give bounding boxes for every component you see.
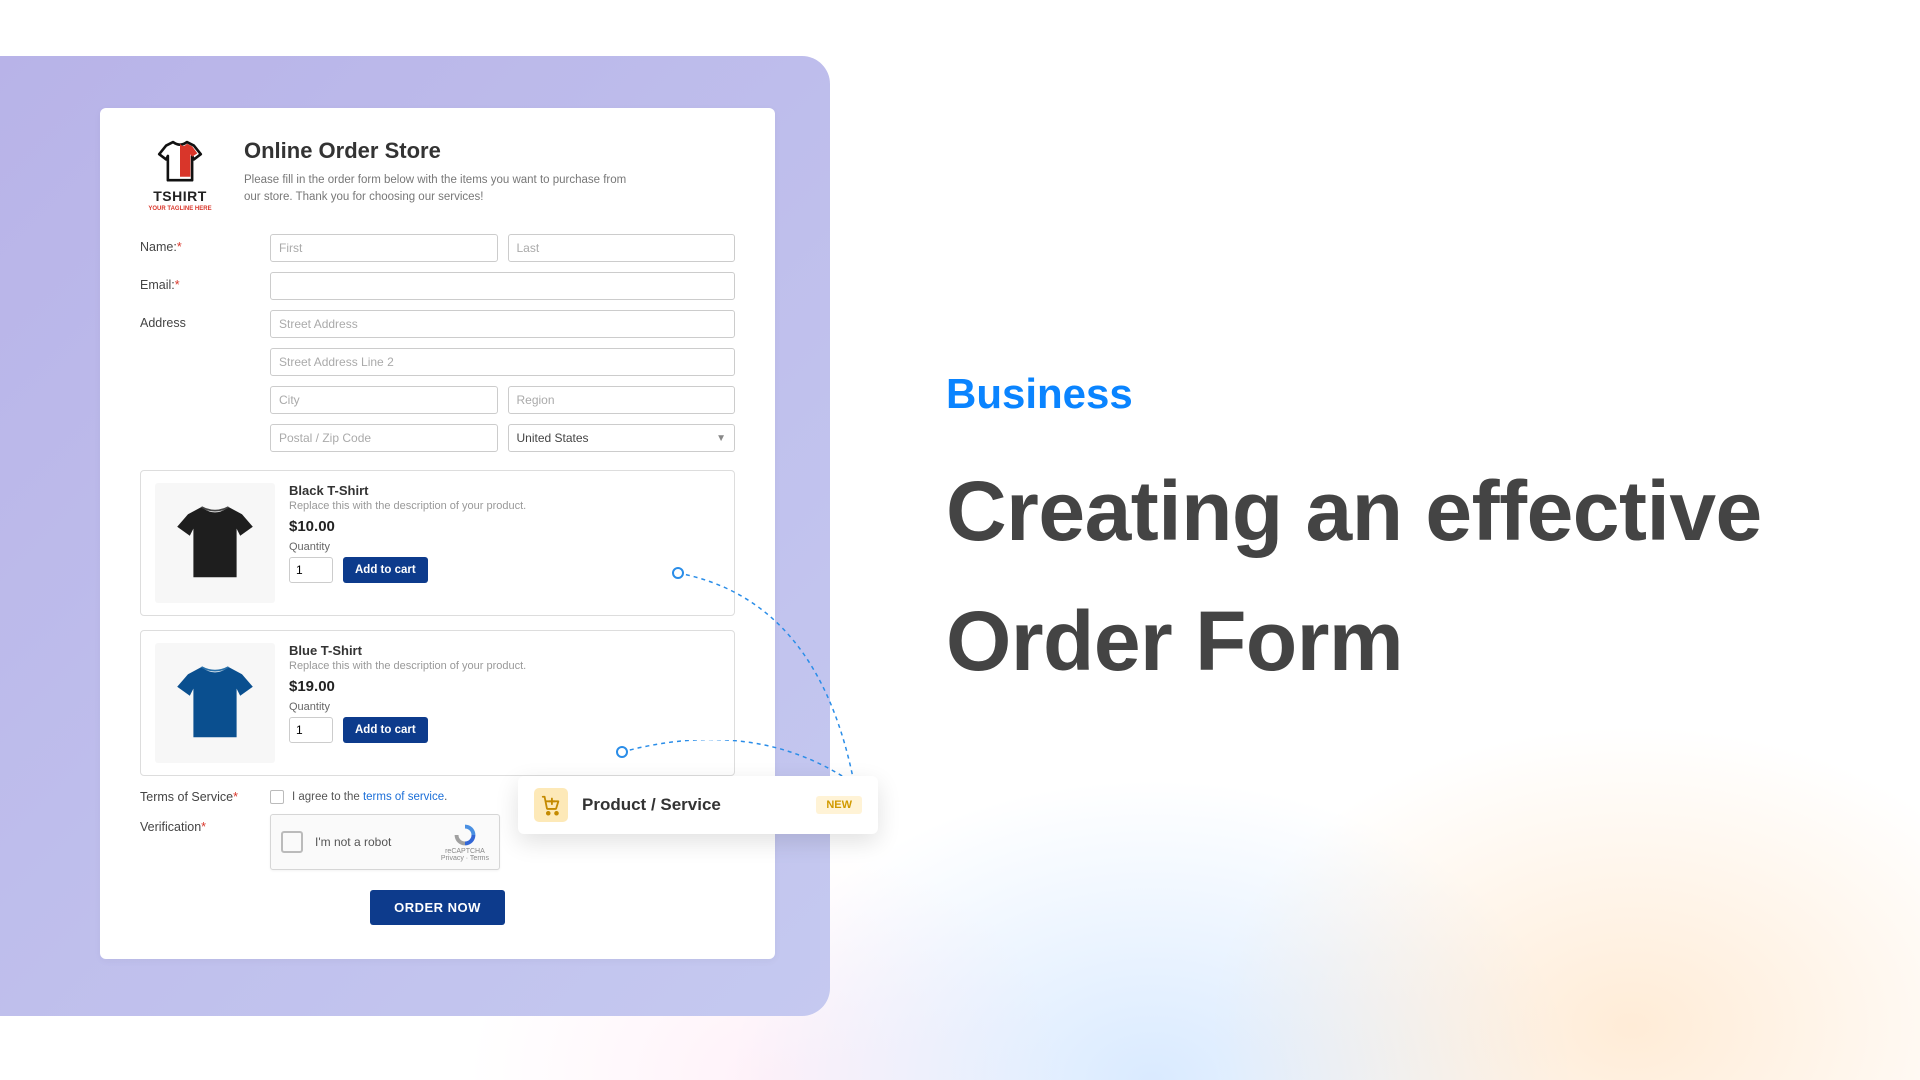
- product-image: [155, 483, 275, 603]
- quantity-label: Quantity: [289, 701, 720, 713]
- terms-text: I agree to the terms of service.: [292, 791, 447, 803]
- product-name: Blue T-Shirt: [289, 643, 720, 658]
- cart-icon: [534, 788, 568, 822]
- recaptcha-widget[interactable]: I'm not a robot reCAPTCHA Privacy · Term…: [270, 814, 500, 870]
- country-select[interactable]: United States ▼: [508, 424, 736, 452]
- email-label: Email:*: [140, 272, 270, 292]
- chevron-down-icon: ▼: [716, 433, 726, 444]
- product-service-callout: Product / Service NEW: [518, 776, 878, 834]
- street2-input[interactable]: [270, 348, 735, 376]
- form-title: Online Order Store: [244, 138, 644, 164]
- postal-input[interactable]: [270, 424, 498, 452]
- form-header: TSHIRT YOUR TAGLINE HERE Online Order St…: [140, 138, 735, 212]
- product-price: $10.00: [289, 518, 720, 535]
- form-intro: Please fill in the order form below with…: [244, 172, 644, 205]
- headline-block: Business Creating an effective Order For…: [946, 370, 1762, 706]
- new-badge: NEW: [816, 796, 862, 814]
- brand-name: TSHIRT: [153, 188, 207, 204]
- quantity-input[interactable]: [289, 717, 333, 743]
- recaptcha-checkbox[interactable]: [281, 831, 303, 853]
- recaptcha-logo: reCAPTCHA Privacy · Terms: [441, 822, 489, 862]
- headline-category: Business: [946, 370, 1762, 418]
- product-card: Blue T-Shirt Replace this with the descr…: [140, 630, 735, 776]
- recaptcha-text: I'm not a robot: [315, 835, 441, 849]
- terms-link[interactable]: terms of service: [363, 791, 444, 803]
- quantity-input[interactable]: [289, 557, 333, 583]
- first-name-input[interactable]: [270, 234, 498, 262]
- recaptcha-icon: [452, 822, 478, 848]
- address-label: Address: [140, 310, 270, 330]
- city-input[interactable]: [270, 386, 498, 414]
- product-card: Black T-Shirt Replace this with the desc…: [140, 470, 735, 616]
- email-input[interactable]: [270, 272, 735, 300]
- brand-tagline: YOUR TAGLINE HERE: [148, 206, 211, 212]
- region-input[interactable]: [508, 386, 736, 414]
- product-image: [155, 643, 275, 763]
- last-name-input[interactable]: [508, 234, 736, 262]
- add-to-cart-button[interactable]: Add to cart: [343, 717, 428, 743]
- add-to-cart-button[interactable]: Add to cart: [343, 557, 428, 583]
- tshirt-logo-icon: [154, 138, 206, 186]
- product-desc: Replace this with the description of you…: [289, 500, 720, 512]
- verification-label: Verification*: [140, 814, 270, 834]
- product-desc: Replace this with the description of you…: [289, 660, 720, 672]
- product-price: $19.00: [289, 678, 720, 695]
- quantity-label: Quantity: [289, 541, 720, 553]
- street1-input[interactable]: [270, 310, 735, 338]
- product-name: Black T-Shirt: [289, 483, 720, 498]
- terms-checkbox[interactable]: [270, 790, 284, 804]
- tshirt-blue-icon: [170, 658, 260, 748]
- country-selected: United States: [517, 431, 589, 445]
- brand-logo: TSHIRT YOUR TAGLINE HERE: [140, 138, 220, 212]
- terms-label: Terms of Service*: [140, 790, 270, 804]
- order-now-button[interactable]: ORDER NOW: [370, 890, 505, 925]
- headline-title: Creating an effective Order Form: [946, 446, 1762, 706]
- callout-label: Product / Service: [582, 795, 802, 815]
- name-label: Name:*: [140, 234, 270, 254]
- tshirt-black-icon: [170, 498, 260, 588]
